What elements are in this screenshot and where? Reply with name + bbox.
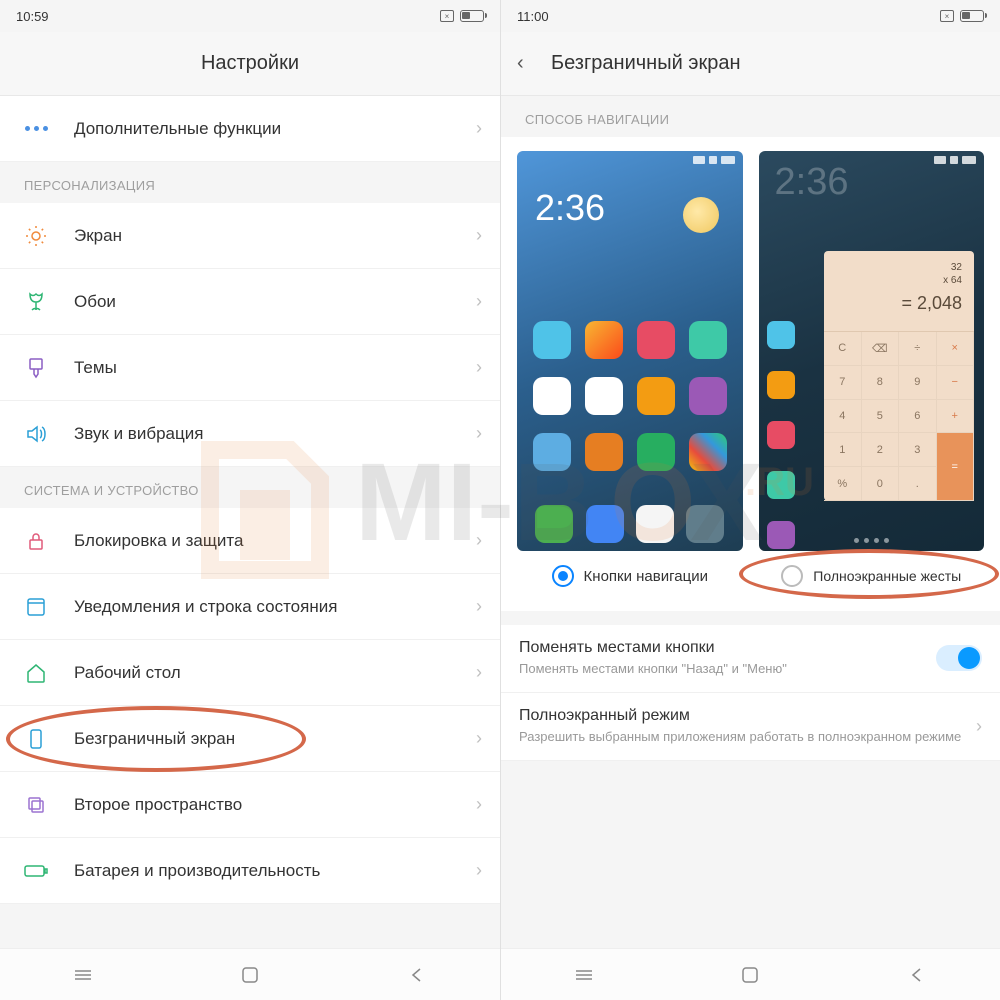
copy-icon (22, 791, 50, 819)
nav-method-options: 2:36 (501, 137, 1000, 611)
row-fullscreen[interactable]: Безграничный экран › (0, 706, 500, 772)
lock-icon (22, 527, 50, 555)
sound-icon (22, 420, 50, 448)
dots-icon (22, 115, 50, 143)
preview-calculator: 2:36 32 x 64 (759, 151, 985, 551)
back-button[interactable]: ‹ (517, 52, 524, 75)
radio-nav-buttons[interactable] (552, 565, 574, 587)
battery-perf-icon (22, 857, 50, 885)
phone-left-settings: 10:59 × Настройки Дополнительные функции… (0, 0, 500, 1000)
nav-back-button[interactable] (403, 961, 431, 989)
radio-gestures[interactable] (781, 565, 803, 587)
option-gestures[interactable]: 2:36 32 x 64 (759, 151, 985, 587)
phone-right-fullscreen: 11:00 × ‹ Безграничный экран СПОСОБ НАВИ… (500, 0, 1000, 1000)
page-title: Безграничный экран (551, 52, 741, 75)
row-screen[interactable]: Экран › (0, 203, 500, 269)
nav-bar (0, 948, 500, 1000)
status-bar: 10:59 × (0, 0, 500, 32)
section-nav-method: СПОСОБ НАВИГАЦИИ (501, 96, 1000, 137)
row-sound[interactable]: Звук и вибрация › (0, 401, 500, 467)
option-nav-buttons[interactable]: 2:36 (517, 151, 743, 587)
chevron-right-icon: › (476, 118, 482, 139)
settings-list[interactable]: Дополнительные функции › ПЕРСОНАЛИЗАЦИЯ … (0, 96, 500, 948)
row-second-space[interactable]: Второе пространство › (0, 772, 500, 838)
nav-home-button[interactable] (736, 961, 764, 989)
sun-icon (22, 222, 50, 250)
status-icons: × (940, 10, 984, 22)
page-title: Настройки (0, 32, 500, 96)
chevron-right-icon: › (476, 794, 482, 815)
chevron-right-icon: › (476, 860, 482, 881)
nav-recents-button[interactable] (69, 961, 97, 989)
row-notifications[interactable]: Уведомления и строка состояния › (0, 574, 500, 640)
battery-icon (960, 10, 984, 22)
nav-home-button[interactable] (236, 961, 264, 989)
chevron-right-icon: › (966, 716, 982, 737)
status-time: 11:00 (517, 9, 549, 24)
phone-outline-icon (22, 725, 50, 753)
chevron-right-icon: › (476, 225, 482, 246)
nav-recents-button[interactable] (570, 961, 598, 989)
chevron-right-icon: › (476, 357, 482, 378)
row-fullscreen-mode[interactable]: Полноэкранный режим Разрешить выбранным … (501, 693, 1000, 761)
chevron-right-icon: › (476, 728, 482, 749)
chevron-right-icon: › (476, 662, 482, 683)
chevron-right-icon: › (476, 423, 482, 444)
row-desktop[interactable]: Рабочий стол › (0, 640, 500, 706)
status-icons: × (440, 10, 484, 22)
radio-label: Кнопки навигации (584, 568, 708, 585)
chevron-right-icon: › (476, 291, 482, 312)
page-header: ‹ Безграничный экран (501, 32, 1000, 96)
battery-icon (460, 10, 484, 22)
notification-icon: × (440, 10, 454, 22)
row-wallpaper[interactable]: Обои › (0, 269, 500, 335)
status-bar: 11:00 × (501, 0, 1000, 32)
notification-bar-icon (22, 593, 50, 621)
toggle-swap-buttons[interactable] (936, 645, 982, 671)
row-battery[interactable]: Батарея и производительность › (0, 838, 500, 904)
row-lock-protect[interactable]: Блокировка и защита › (0, 508, 500, 574)
tulip-icon (22, 288, 50, 316)
row-additional-functions[interactable]: Дополнительные функции › (0, 96, 500, 162)
section-personalization: ПЕРСОНАЛИЗАЦИЯ (0, 162, 500, 203)
nav-back-button[interactable] (903, 961, 931, 989)
nav-bar (501, 948, 1000, 1000)
chevron-right-icon: › (476, 596, 482, 617)
brush-icon (22, 354, 50, 382)
row-themes[interactable]: Темы › (0, 335, 500, 401)
notification-icon: × (940, 10, 954, 22)
home-icon (22, 659, 50, 687)
calculator-panel: 32 x 64 = 2,048 C⌫÷× 789− 456+ 123= %0. (824, 251, 974, 501)
preview-homescreen: 2:36 (517, 151, 743, 551)
chevron-right-icon: › (476, 530, 482, 551)
status-time: 10:59 (16, 9, 49, 24)
section-system: СИСТЕМА И УСТРОЙСТВО (0, 467, 500, 508)
fullscreen-settings[interactable]: СПОСОБ НАВИГАЦИИ 2:36 (501, 96, 1000, 948)
row-swap-buttons[interactable]: Поменять местами кнопки Поменять местами… (501, 625, 1000, 693)
radio-label: Полноэкранные жесты (813, 568, 961, 584)
